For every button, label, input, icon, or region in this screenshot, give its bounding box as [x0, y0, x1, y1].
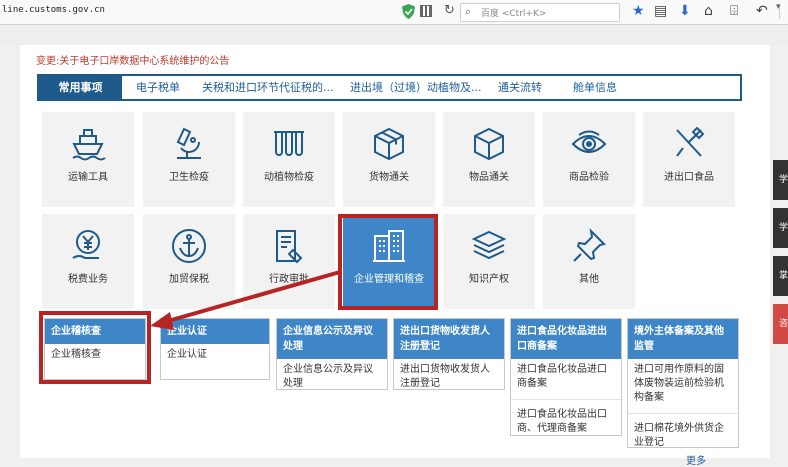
side-float-bar: 学 学 掌上 咨	[773, 160, 788, 350]
side-button[interactable]: 学	[773, 160, 788, 200]
side-button[interactable]: 学	[773, 208, 788, 248]
more-link[interactable]: 更多	[686, 452, 706, 467]
side-button[interactable]: 咨	[773, 304, 788, 344]
annotation-arrow	[150, 270, 341, 330]
side-button[interactable]: 掌上	[773, 256, 788, 321]
